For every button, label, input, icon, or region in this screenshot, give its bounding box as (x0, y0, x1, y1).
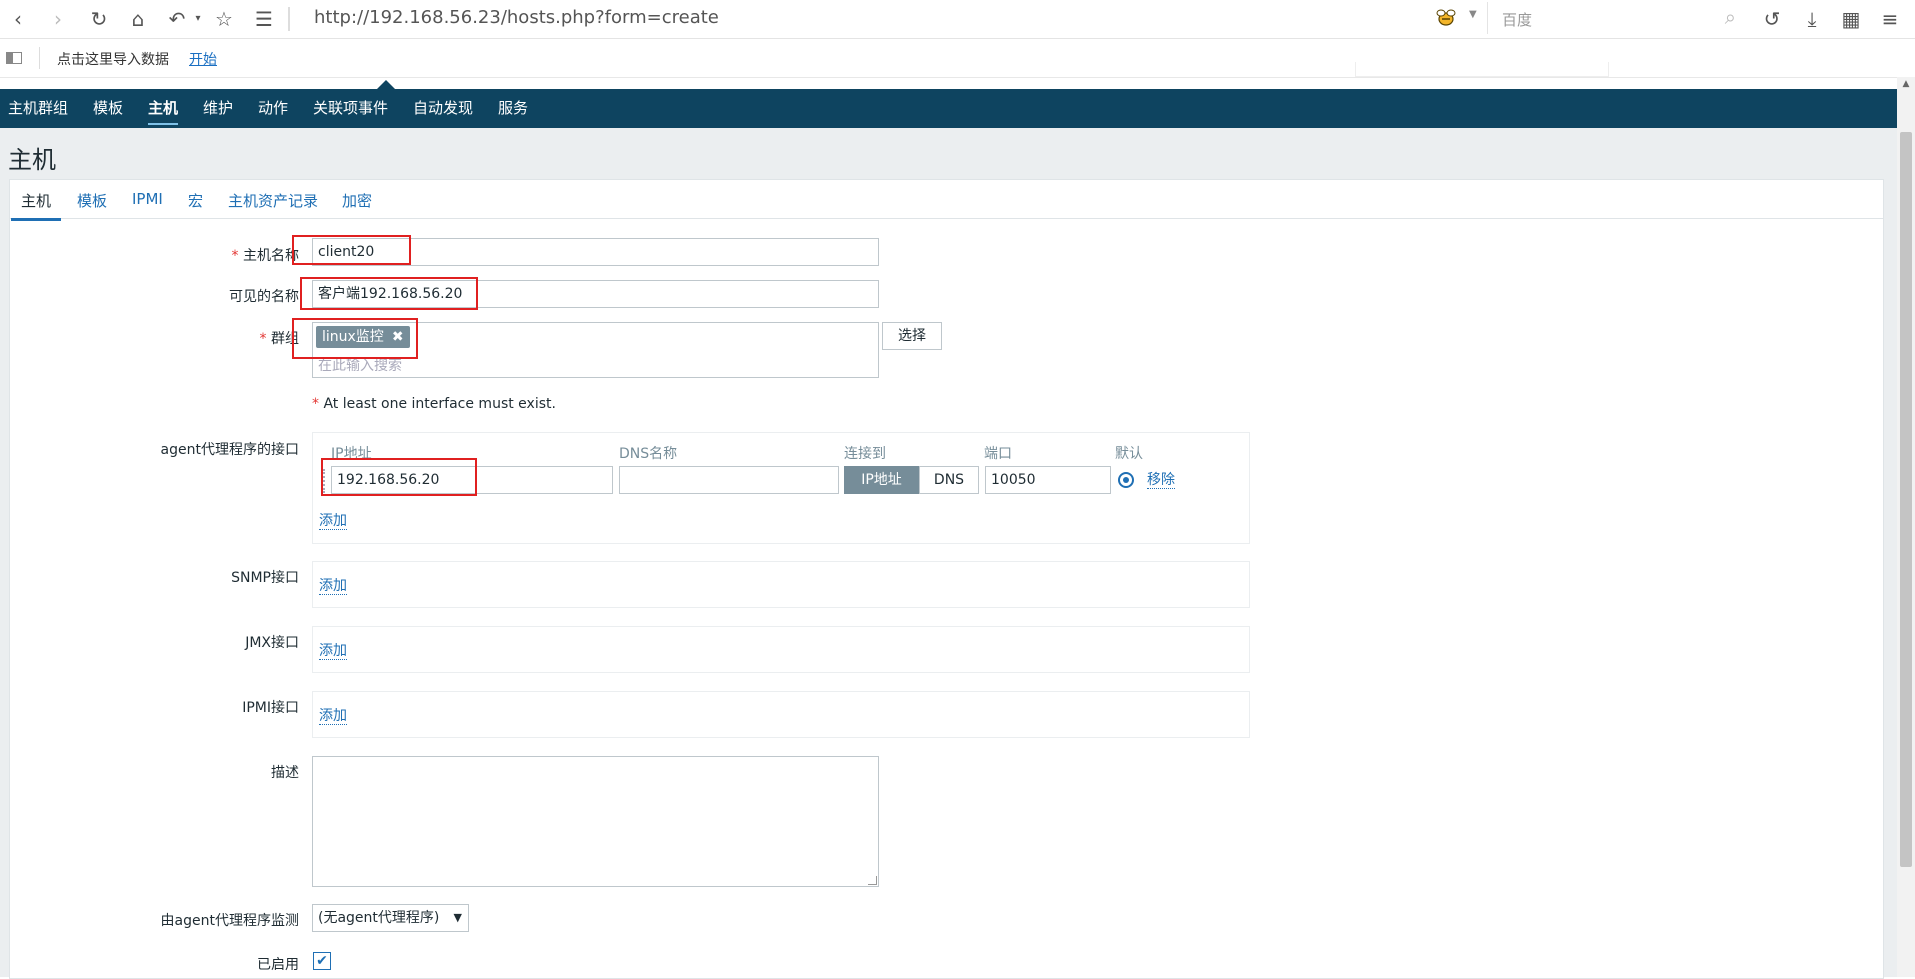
faded-popup-edge (1355, 62, 1609, 77)
add-snmp-interface-link[interactable]: 添加 (319, 578, 347, 595)
interface-warning: * At least one interface must exist. (312, 396, 556, 412)
select-groups-button[interactable]: 选择 (882, 322, 942, 350)
default-interface-radio[interactable] (1118, 472, 1134, 488)
remove-interface-link[interactable]: 移除 (1147, 472, 1175, 489)
jmx-interface-box (312, 626, 1250, 673)
menu-icon[interactable]: ≡ (1878, 7, 1902, 31)
enabled-checkbox[interactable]: ✔ (313, 952, 331, 970)
tab-templates[interactable]: 模板 (77, 190, 107, 211)
page-title: 主机 (8, 146, 56, 174)
apps-grid-icon[interactable]: ▦ (1839, 7, 1863, 31)
browser-toolbar: ‹ › ↻ ⌂ ↶ ▾ ☆ ☰ http://192.168.56.23/hos… (0, 0, 1915, 39)
form-tabs: 主机 模板 IPMI 宏 主机资产记录 加密 (10, 180, 1883, 221)
tab-ipmi[interactable]: IPMI (132, 190, 163, 208)
add-ipmi-interface-link[interactable]: 添加 (319, 708, 347, 725)
host-name-label: * 主机名称 (231, 248, 299, 264)
undo-dropdown-icon[interactable]: ▾ (186, 7, 210, 31)
address-bar[interactable]: http://192.168.56.23/hosts.php?form=crea… (314, 6, 719, 30)
bee-dropdown-icon[interactable]: ▼ (1469, 9, 1477, 20)
nav-item-hosts[interactable]: 主机 (148, 89, 179, 128)
download-icon[interactable]: ⤓ (1800, 7, 1824, 31)
toolbar-divider (288, 7, 290, 31)
connect-dns-toggle[interactable]: DNS (919, 466, 979, 494)
ipmi-interface-box (312, 691, 1250, 738)
tab-inventory[interactable]: 主机资产记录 (228, 190, 318, 211)
history-icon[interactable]: ↺ (1760, 7, 1784, 31)
reload-icon[interactable]: ↻ (87, 7, 111, 31)
search-icon[interactable]: ⌕ (1725, 5, 1736, 29)
host-form-panel: 主机 模板 IPMI 宏 主机资产记录 加密 * 主机名称 client20 可… (9, 179, 1884, 979)
col-default-header: 默认 (1115, 446, 1143, 462)
jmx-interface-label: JMX接口 (245, 635, 299, 651)
nav-item-services[interactable]: 服务 (498, 89, 528, 128)
resize-grip-icon[interactable] (868, 876, 877, 885)
tab-encryption[interactable]: 加密 (342, 190, 372, 211)
import-start-link[interactable]: 开始 (189, 49, 217, 69)
highlight-group (292, 318, 418, 359)
scroll-up-icon[interactable]: ▲ (1897, 79, 1915, 93)
groups-label: * 群组 (259, 331, 299, 347)
nav-item-actions[interactable]: 动作 (258, 89, 288, 128)
proxy-selected-value: (无agent代理程序) (318, 910, 440, 926)
bee-icon[interactable] (1434, 6, 1458, 30)
add-jmx-interface-link[interactable]: 添加 (319, 643, 347, 660)
snmp-interface-box (312, 561, 1250, 608)
connect-ip-toggle[interactable]: IP地址 (844, 466, 919, 494)
description-textarea[interactable] (312, 756, 879, 887)
nav-item-maintenance[interactable]: 维护 (203, 89, 233, 128)
sidebar-toggle-icon[interactable] (6, 52, 22, 64)
nav-item-correlation[interactable]: 关联项事件 (313, 89, 388, 128)
browser-search-input[interactable]: 百度 ⌕ (1487, 2, 1744, 34)
forward-icon[interactable]: › (46, 7, 70, 31)
bookmarks-divider (39, 47, 40, 69)
highlight-visible-name (300, 277, 478, 310)
agent-dns-input[interactable] (619, 466, 839, 494)
bookmarks-bar: 点击这里导入数据 开始 (0, 39, 1915, 78)
add-agent-interface-link[interactable]: 添加 (319, 513, 347, 530)
main-content: 主机 主机 模板 IPMI 宏 主机资产记录 加密 * 主机名称 client2… (0, 128, 1897, 979)
star-icon[interactable]: ☆ (212, 7, 236, 31)
agent-port-input[interactable]: 10050 (985, 466, 1111, 494)
nav-item-hostgroups[interactable]: 主机群组 (8, 89, 68, 128)
tab-host[interactable]: 主机 (10, 190, 62, 221)
description-label: 描述 (271, 765, 299, 781)
agent-interface-label: agent代理程序的接口 (160, 442, 299, 458)
col-connect-header: 连接到 (844, 446, 886, 462)
ipmi-interface-label: IPMI接口 (242, 700, 299, 716)
back-icon[interactable]: ‹ (6, 7, 30, 31)
proxy-label: 由agent代理程序监测 (160, 913, 299, 929)
scrollbar-thumb[interactable] (1900, 132, 1912, 867)
snmp-interface-label: SNMP接口 (231, 570, 299, 586)
highlight-agent-ip (321, 458, 477, 496)
top-nav: 主机群组 模板 主机 维护 动作 关联项事件 自动发现 服务 (0, 89, 1897, 128)
col-dns-header: DNS名称 (619, 446, 678, 462)
tab-macros[interactable]: 宏 (188, 190, 203, 211)
nav-item-discovery[interactable]: 自动发现 (413, 89, 473, 128)
proxy-select[interactable]: (无agent代理程序) ▼ (312, 904, 469, 932)
enabled-label: 已启用 (257, 957, 299, 973)
visible-name-label: 可见的名称 (229, 289, 299, 305)
col-port-header: 端口 (984, 446, 1012, 462)
reader-icon[interactable]: ☰ (252, 7, 276, 31)
nav-pointer (377, 80, 395, 89)
search-placeholder: 百度 (1502, 11, 1533, 29)
import-bookmarks-text: 点击这里导入数据 (57, 52, 169, 68)
home-icon[interactable]: ⌂ (126, 7, 150, 31)
nav-item-templates[interactable]: 模板 (93, 89, 123, 128)
chevron-down-icon: ▼ (453, 911, 462, 924)
highlight-host-name (292, 235, 411, 265)
